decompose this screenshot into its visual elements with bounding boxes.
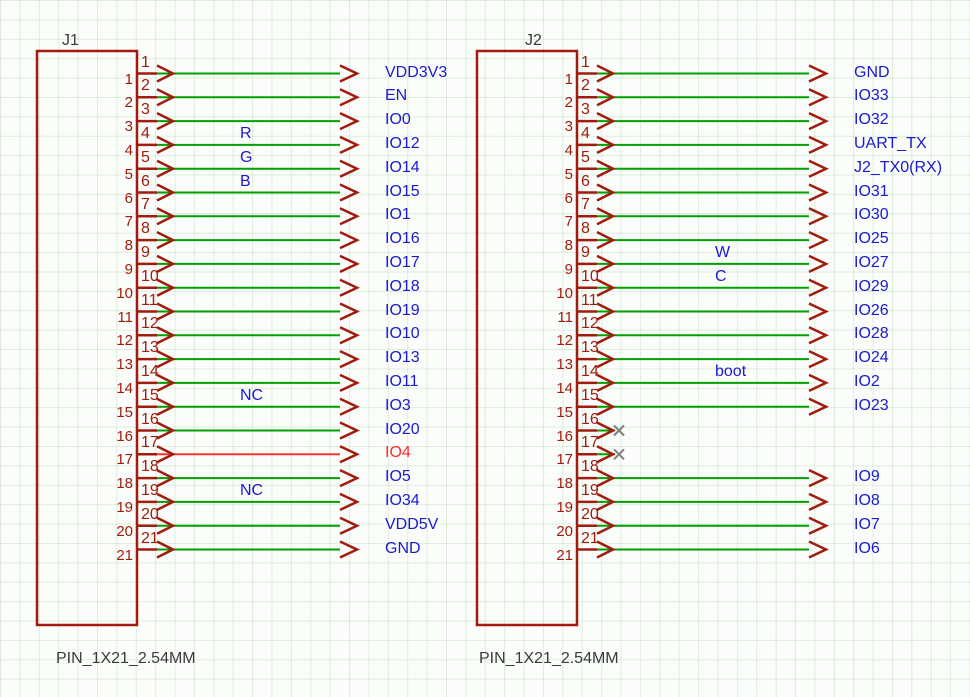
net-label: IO32 bbox=[854, 111, 889, 129]
pin-number-inside: 14 bbox=[547, 380, 573, 397]
net-port-arrow bbox=[809, 89, 826, 105]
pin-number-outside: 2 bbox=[581, 77, 590, 95]
pin-number-outside: 17 bbox=[581, 434, 599, 452]
net-port-arrow bbox=[809, 470, 826, 486]
net-port-arrow bbox=[809, 208, 826, 224]
wire-annotation: W bbox=[715, 244, 730, 262]
net-port-arrow bbox=[809, 280, 826, 296]
pin-number-outside: 4 bbox=[581, 125, 590, 143]
pin-number-inside: 1 bbox=[547, 71, 573, 88]
net-label: UART_TX bbox=[854, 135, 927, 153]
net-label: IO6 bbox=[854, 540, 880, 558]
pin-number-outside: 1 bbox=[581, 54, 590, 72]
pin-number-inside: 19 bbox=[547, 499, 573, 516]
pin-number-inside: 5 bbox=[547, 166, 573, 183]
net-port-arrow bbox=[809, 113, 826, 129]
pin-number-inside: 12 bbox=[547, 332, 573, 349]
pin-number-outside: 21 bbox=[581, 530, 599, 548]
pin-number-outside: 19 bbox=[581, 482, 599, 500]
net-port-arrow bbox=[809, 66, 826, 82]
pin-number-inside: 17 bbox=[547, 451, 573, 468]
net-port-arrow bbox=[809, 137, 826, 153]
pin-number-outside: 6 bbox=[581, 173, 590, 191]
net-label: GND bbox=[854, 64, 890, 82]
pin-number-inside: 10 bbox=[547, 285, 573, 302]
pin-number-outside: 8 bbox=[581, 220, 590, 238]
pin-number-inside: 9 bbox=[547, 261, 573, 278]
net-port-arrow bbox=[809, 399, 826, 415]
pin-number-inside: 3 bbox=[547, 118, 573, 135]
net-label: IO29 bbox=[854, 278, 889, 296]
pin-number-outside: 10 bbox=[581, 268, 599, 286]
net-label: IO9 bbox=[854, 468, 880, 486]
pin-number-outside: 14 bbox=[581, 363, 599, 381]
pin-number-outside: 5 bbox=[581, 149, 590, 167]
pin-number-inside: 8 bbox=[547, 237, 573, 254]
wire-annotation: boot bbox=[715, 363, 746, 381]
pin-number-outside: 7 bbox=[581, 196, 590, 214]
net-label: IO27 bbox=[854, 254, 889, 272]
wire-annotation: C bbox=[715, 268, 727, 286]
net-port-arrow bbox=[809, 375, 826, 391]
net-port-arrow bbox=[809, 351, 826, 367]
pin-number-outside: 20 bbox=[581, 506, 599, 524]
pin-number-outside: 12 bbox=[581, 315, 599, 333]
pin-number-inside: 11 bbox=[547, 309, 573, 326]
net-port-arrow bbox=[809, 161, 826, 177]
pin-number-outside: 3 bbox=[581, 101, 590, 119]
net-label: IO31 bbox=[854, 183, 889, 201]
pin-number-inside: 16 bbox=[547, 428, 573, 445]
pin-number-outside: 9 bbox=[581, 244, 590, 262]
net-port-arrow bbox=[809, 185, 826, 201]
net-label: IO28 bbox=[854, 325, 889, 343]
net-label: J2_TX0(RX) bbox=[854, 159, 942, 177]
net-port-arrow bbox=[809, 518, 826, 534]
pin-number-inside: 7 bbox=[547, 213, 573, 230]
pin-number-inside: 18 bbox=[547, 475, 573, 492]
pin-number-inside: 15 bbox=[547, 404, 573, 421]
net-label: IO33 bbox=[854, 87, 889, 105]
component-svg bbox=[0, 0, 970, 697]
pin-number-outside: 18 bbox=[581, 458, 599, 476]
net-label: IO30 bbox=[854, 206, 889, 224]
net-port-arrow bbox=[809, 494, 826, 510]
net-port-arrow bbox=[809, 542, 826, 558]
pin-number-inside: 21 bbox=[547, 547, 573, 564]
net-port-arrow bbox=[809, 256, 826, 272]
net-label: IO23 bbox=[854, 397, 889, 415]
net-label: IO24 bbox=[854, 349, 889, 367]
net-label: IO2 bbox=[854, 373, 880, 391]
pin-number-outside: 11 bbox=[581, 292, 598, 310]
net-label: IO26 bbox=[854, 302, 889, 320]
pin-number-inside: 6 bbox=[547, 190, 573, 207]
net-port-arrow bbox=[809, 327, 826, 343]
pin-number-inside: 4 bbox=[547, 142, 573, 159]
pin-number-outside: 13 bbox=[581, 339, 599, 357]
schematic-canvas: J1PIN_1X21_2.54MM11VDD3V322EN33IO044IO12… bbox=[0, 0, 970, 697]
net-port-arrow bbox=[809, 304, 826, 320]
pin-number-outside: 16 bbox=[581, 411, 599, 429]
net-label: IO25 bbox=[854, 230, 889, 248]
pin-number-inside: 20 bbox=[547, 523, 573, 540]
net-port-arrow bbox=[809, 232, 826, 248]
pin-number-inside: 2 bbox=[547, 94, 573, 111]
pin-number-outside: 15 bbox=[581, 387, 599, 405]
net-label: IO7 bbox=[854, 516, 880, 534]
net-label: IO8 bbox=[854, 492, 880, 510]
pin-number-inside: 13 bbox=[547, 356, 573, 373]
